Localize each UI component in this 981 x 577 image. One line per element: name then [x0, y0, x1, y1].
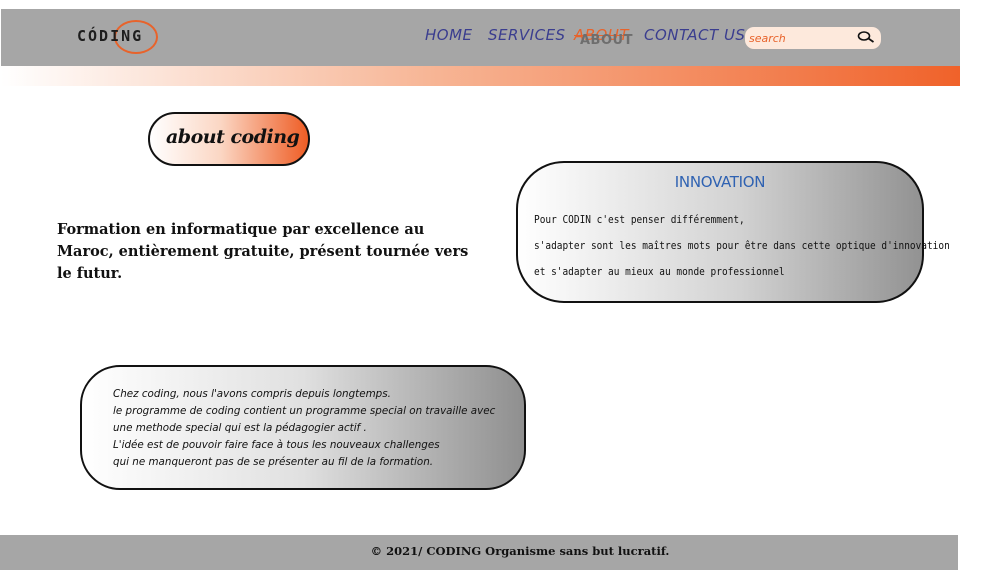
search-icon[interactable]	[857, 30, 875, 46]
header: CÓDING HOME SERVICES ABOUT ABOUT CONTACT…	[1, 9, 960, 66]
card-line: Chez coding, nous l'avons compris depuis…	[113, 387, 391, 400]
card-line: le programme de coding contient un progr…	[113, 404, 496, 417]
innovation-line: Pour CODIN c'est penser différemment,	[534, 213, 745, 226]
accent-gradient-band	[1, 66, 960, 86]
intro-text: Formation en informatique par excellence…	[57, 221, 469, 282]
search-input[interactable]	[749, 30, 849, 46]
about-coding-pill: about coding	[148, 112, 310, 166]
innovation-card: INNOVATION Pour CODIN c'est penser diffé…	[516, 161, 950, 303]
about-pill-label: about coding	[166, 126, 300, 148]
coding-program-card: Chez coding, nous l'avons compris depuis…	[80, 365, 526, 490]
nav-services[interactable]: SERVICES	[488, 26, 566, 44]
innovation-line: s'adapter sont les maîtres mots pour êtr…	[534, 239, 950, 252]
footer-copyright: © 2021/ CODING Organisme sans but lucrat…	[370, 544, 670, 558]
logo[interactable]: CÓDING	[77, 27, 143, 51]
nav-home[interactable]: HOME	[425, 26, 473, 44]
card-line: L'idée est de pouvoir faire face à tous …	[113, 438, 440, 451]
nav-contact[interactable]: CONTACT US	[644, 26, 745, 44]
card-line: une methode special qui est la pédagogie…	[113, 421, 367, 434]
nav-about-hover-shadow: ABOUT	[580, 33, 633, 48]
innovation-line: et s'adapter au mieux au monde professio…	[534, 265, 785, 278]
search-box	[745, 27, 881, 49]
innovation-title: INNOVATION	[674, 173, 766, 191]
card-line: qui ne manqueront pas de se présenter au…	[113, 455, 434, 468]
footer: © 2021/ CODING Organisme sans but lucrat…	[0, 535, 958, 570]
